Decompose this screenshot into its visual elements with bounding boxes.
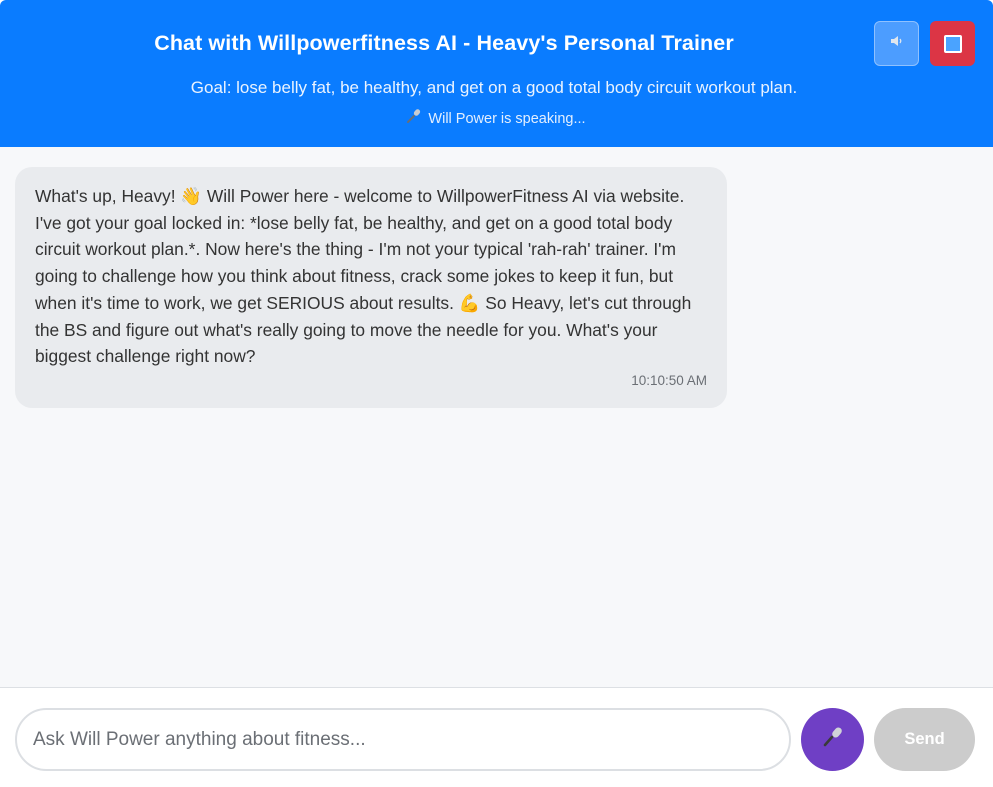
goal-text: Goal: lose belly fat, be healthy, and ge… (190, 78, 798, 97)
speaker-icon (890, 34, 904, 53)
assistant-message: What's up, Heavy! 👋 Will Power here - we… (15, 167, 727, 408)
chat-app: Chat with Willpowerfitness AI - Heavy's … (0, 0, 993, 787)
stop-button[interactable] (930, 21, 975, 66)
speaking-status-text: Will Power is speaking... (428, 111, 586, 127)
composer: Send (0, 688, 993, 787)
message-list[interactable]: What's up, Heavy! 👋 Will Power here - we… (0, 147, 993, 687)
chat-title: Chat with Willpowerfitness AI - Heavy's … (154, 31, 734, 55)
microphone-icon (821, 725, 845, 754)
message-timestamp: 10:10:50 AM (631, 373, 707, 388)
message-input[interactable] (15, 708, 791, 771)
speaking-status: Will Power is speaking... (0, 108, 992, 128)
message-text: What's up, Heavy! 👋 Will Power here - we… (35, 186, 692, 367)
microphone-icon (406, 108, 422, 128)
send-button[interactable]: Send (874, 708, 975, 771)
chat-header: Chat with Willpowerfitness AI - Heavy's … (0, 0, 993, 147)
speaker-button[interactable] (874, 21, 919, 66)
voice-input-button[interactable] (801, 708, 864, 771)
stop-icon (943, 34, 962, 53)
